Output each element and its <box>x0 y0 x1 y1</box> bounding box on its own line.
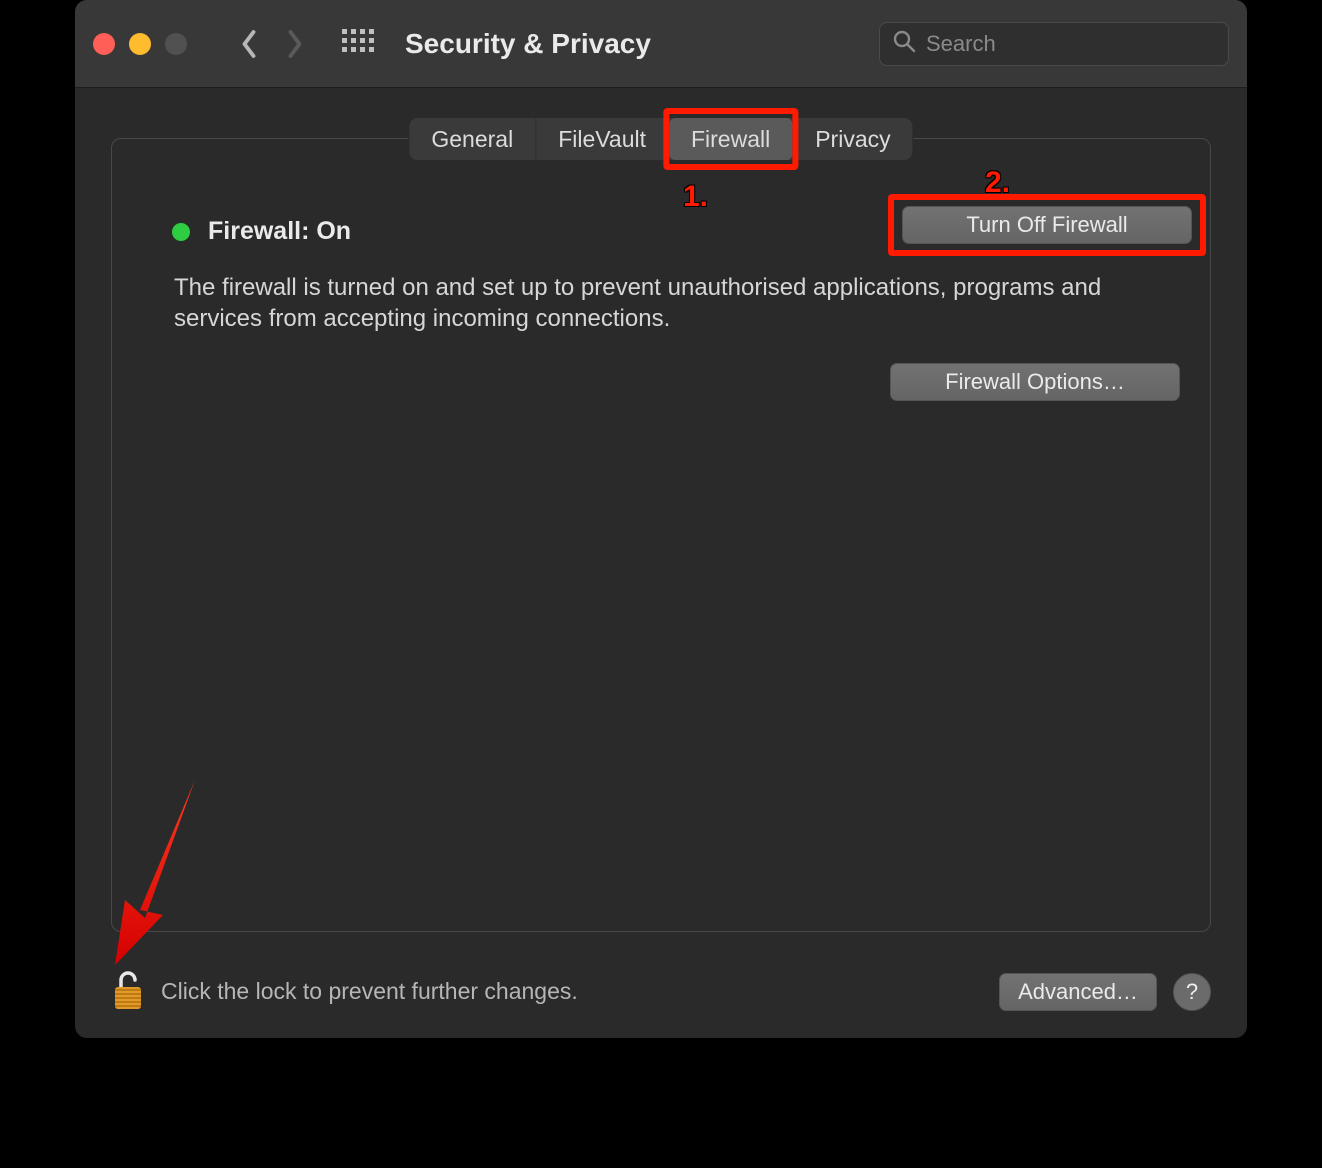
annotation-highlight-button: Turn Off Firewall <box>888 194 1206 256</box>
zoom-window-button <box>165 33 187 55</box>
minimize-window-button[interactable] <box>129 33 151 55</box>
search-icon <box>892 29 916 58</box>
firewall-description: The firewall is turned on and set up to … <box>174 272 1150 334</box>
tab-filevault[interactable]: FileVault <box>536 118 669 160</box>
back-button[interactable] <box>229 24 269 64</box>
tab-privacy[interactable]: Privacy <box>793 118 912 160</box>
status-indicator-icon <box>172 223 190 241</box>
window-title: Security & Privacy <box>405 28 651 60</box>
tab-firewall[interactable]: Firewall <box>669 118 793 160</box>
search-input[interactable] <box>926 31 1216 57</box>
nav-arrows <box>229 24 315 64</box>
lock-hint-text: Click the lock to prevent further change… <box>161 978 983 1005</box>
show-all-icon[interactable] <box>341 28 375 59</box>
lock-icon[interactable] <box>111 967 145 1016</box>
tab-bar: General FileVault Firewall Privacy <box>409 118 912 160</box>
turn-off-firewall-button[interactable]: Turn Off Firewall <box>902 206 1192 244</box>
preferences-window: Security & Privacy General FileVault Fir… <box>75 0 1247 1038</box>
forward-button <box>275 24 315 64</box>
toolbar: Security & Privacy <box>75 0 1247 88</box>
content-pane: General FileVault Firewall Privacy Firew… <box>111 138 1211 932</box>
close-window-button[interactable] <box>93 33 115 55</box>
tab-firewall-label: Firewall <box>691 126 770 153</box>
firewall-options-button[interactable]: Firewall Options… <box>890 363 1180 401</box>
advanced-button[interactable]: Advanced… <box>999 973 1157 1011</box>
footer: Click the lock to prevent further change… <box>111 967 1211 1016</box>
help-button[interactable]: ? <box>1173 973 1211 1011</box>
tab-general[interactable]: General <box>409 118 536 160</box>
window-controls <box>93 33 187 55</box>
firewall-status-label: Firewall: On <box>208 217 351 246</box>
search-field[interactable] <box>879 22 1229 66</box>
